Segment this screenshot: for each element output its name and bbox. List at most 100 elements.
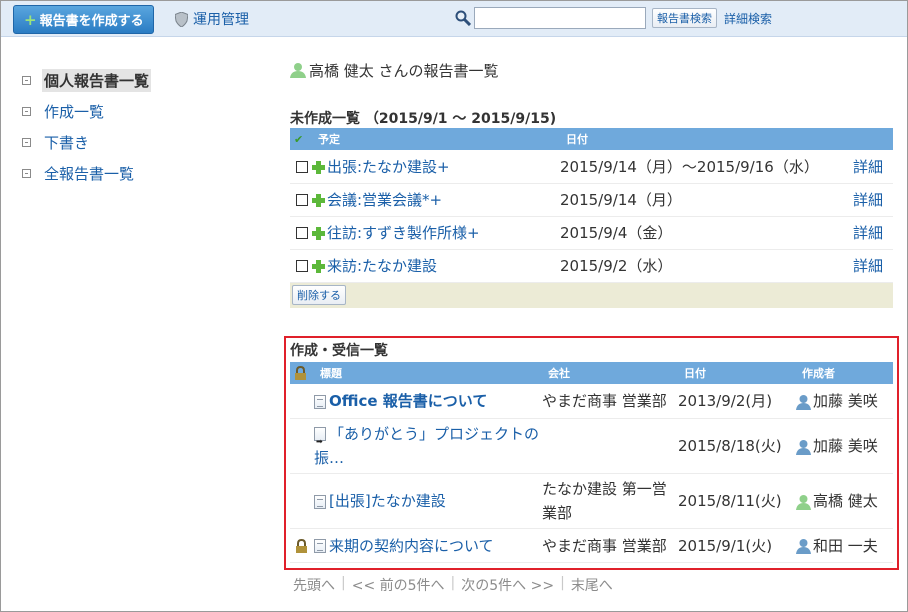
received-title: 作成・受信一覧 bbox=[290, 343, 388, 359]
company-cell: たなか建設 第一営業部 bbox=[542, 473, 678, 529]
main-content: 高橋 健太 さんの報告書一覧 未作成一覧 （2015/9/1 ～ 2015/9/… bbox=[290, 60, 893, 308]
author-name: 高橋 健太 bbox=[813, 492, 878, 510]
date-cell: 2015/9/1(火) bbox=[678, 528, 796, 563]
author-name: 加藤 美咲 bbox=[813, 392, 878, 411]
plan-header: 予定 bbox=[312, 128, 560, 150]
table-row: 出張:たなか建設+ 2015/9/14（月）～2015/9/16（水） 詳細 bbox=[290, 150, 893, 184]
subject-header[interactable]: 標題 bbox=[314, 362, 542, 384]
collapse-icon bbox=[22, 138, 31, 147]
author-header[interactable]: 作成者 bbox=[796, 362, 893, 384]
table-row: [出張]たなか建設 たなか建設 第一営業部 2015/8/11(火) 高橋 健太 bbox=[290, 473, 893, 529]
person-icon bbox=[796, 539, 811, 554]
received-section: 作成・受信一覧 標題 会社 日付 作成者 Office 報告書について やまだ商… bbox=[290, 341, 893, 563]
pager-last[interactable]: 末尾へ bbox=[571, 575, 613, 595]
document-icon bbox=[314, 394, 326, 409]
table-row: Office 報告書について やまだ商事 営業部 2013/9/2(月) 加藤 … bbox=[290, 384, 893, 419]
unmade-table: ✔ 予定 日付 出張:たなか建設+ 2015/9/14（月）～2015/9/16… bbox=[290, 128, 893, 283]
lock-header bbox=[290, 362, 314, 384]
date-cell: 2015/9/2（水） bbox=[560, 249, 853, 283]
table-row: 来期の契約内容について やまだ商事 営業部 2015/9/1(火) 和田 一夫 bbox=[290, 528, 893, 563]
plan-link[interactable]: 出張:たなか建設+ bbox=[327, 158, 450, 176]
report-search-button[interactable]: 報告書検索 bbox=[652, 8, 717, 28]
subject-link[interactable]: 来期の契約内容について bbox=[329, 537, 494, 555]
add-icon bbox=[312, 227, 325, 240]
unmade-title: 未作成一覧 （2015/9/1 ～ 2015/9/15) bbox=[290, 111, 557, 127]
add-icon bbox=[312, 160, 325, 174]
sidebar-item-drafts[interactable]: 下書き bbox=[22, 127, 262, 158]
table-row: 往訪:すずき製作所様+ 2015/9/4（金） 詳細 bbox=[290, 216, 893, 250]
author-name: 加藤 美咲 bbox=[813, 437, 878, 455]
admin-link-label: 運用管理 bbox=[193, 12, 249, 28]
author-name: 和田 一夫 bbox=[813, 536, 878, 555]
create-report-button[interactable]: + 報告書を作成する bbox=[13, 5, 154, 34]
sidebar-item-label: 全報告書一覧 bbox=[44, 165, 135, 183]
row-checkbox[interactable] bbox=[296, 160, 308, 173]
forward-document-icon bbox=[314, 427, 326, 454]
sidebar-item-personal-reports[interactable]: 個人報告書一覧 bbox=[22, 65, 262, 96]
date-cell: 2015/8/18(火) bbox=[678, 418, 796, 474]
plan-link[interactable]: 会議:営業会議*+ bbox=[327, 191, 442, 209]
detail-header bbox=[853, 128, 893, 150]
page-title-text: 高橋 健太 さんの報告書一覧 bbox=[309, 61, 499, 80]
company-cell: やまだ商事 営業部 bbox=[542, 384, 678, 419]
select-all-header[interactable]: ✔ bbox=[290, 128, 312, 150]
add-icon bbox=[312, 194, 325, 207]
company-cell bbox=[542, 418, 678, 474]
row-checkbox[interactable] bbox=[296, 194, 308, 206]
sidebar-item-created[interactable]: 作成一覧 bbox=[22, 96, 262, 127]
check-icon: ✔ bbox=[294, 132, 304, 146]
subject-link[interactable]: [出張]たなか建設 bbox=[329, 492, 446, 510]
date-cell: 2015/9/4（金） bbox=[560, 216, 853, 250]
collapse-icon bbox=[22, 107, 31, 116]
subject-link[interactable]: 「ありがとう」プロジェクトの振… bbox=[314, 425, 539, 467]
person-icon bbox=[796, 394, 811, 410]
date-cell: 2015/8/11(火) bbox=[678, 473, 796, 529]
pager-first[interactable]: 先頭へ bbox=[293, 575, 335, 595]
detail-link[interactable]: 詳細 bbox=[853, 257, 883, 275]
plan-link[interactable]: 往訪:すずき製作所様+ bbox=[327, 224, 480, 242]
subject-link[interactable]: Office 報告書について bbox=[329, 392, 487, 410]
search-icon bbox=[455, 10, 471, 26]
row-checkbox[interactable] bbox=[296, 227, 308, 239]
pager-next[interactable]: 次の5件へ >> bbox=[461, 575, 554, 595]
lock-icon bbox=[296, 538, 307, 553]
detail-link[interactable]: 詳細 bbox=[853, 191, 883, 209]
table-row: 「ありがとう」プロジェクトの振… 2015/8/18(火) 加藤 美咲 bbox=[290, 418, 893, 474]
pager-prev[interactable]: << 前の5件へ bbox=[352, 575, 445, 595]
unmade-section: 未作成一覧 （2015/9/1 ～ 2015/9/15) ✔ 予定 日付 出張:… bbox=[290, 108, 893, 308]
search-input[interactable] bbox=[474, 7, 646, 29]
detail-link[interactable]: 詳細 bbox=[853, 224, 883, 242]
admin-link[interactable]: 運用管理 bbox=[175, 9, 249, 29]
person-icon bbox=[796, 494, 811, 510]
person-icon bbox=[796, 439, 811, 455]
add-icon bbox=[312, 260, 325, 273]
document-icon bbox=[314, 494, 326, 509]
pager-separator: | bbox=[560, 575, 565, 591]
date-cell: 2015/9/14（月）～2015/9/16（水） bbox=[560, 150, 853, 184]
create-report-label: 報告書を作成する bbox=[39, 14, 144, 29]
date-header: 日付 bbox=[560, 128, 853, 150]
sidebar: 個人報告書一覧 作成一覧 下書き 全報告書一覧 bbox=[22, 65, 262, 189]
pager-separator: | bbox=[341, 575, 346, 591]
collapse-icon bbox=[22, 76, 31, 85]
sidebar-item-all-reports[interactable]: 全報告書一覧 bbox=[22, 158, 262, 189]
shield-icon bbox=[175, 11, 188, 27]
lock-icon bbox=[295, 366, 306, 380]
advanced-search-link[interactable]: 詳細検索 bbox=[724, 10, 772, 27]
company-cell: やまだ商事 営業部 bbox=[542, 528, 678, 563]
search-area: 報告書検索 詳細検索 bbox=[455, 7, 772, 29]
detail-link[interactable]: 詳細 bbox=[853, 158, 883, 176]
delete-button[interactable]: 削除する bbox=[292, 285, 346, 305]
date-header[interactable]: 日付 bbox=[678, 362, 796, 384]
plus-icon: + bbox=[24, 10, 37, 29]
pager: 先頭へ | << 前の5件へ | 次の5件へ >> | 末尾へ bbox=[293, 575, 613, 595]
collapse-icon bbox=[22, 169, 31, 178]
plan-link[interactable]: 来訪:たなか建設 bbox=[327, 257, 437, 275]
document-icon bbox=[314, 539, 326, 553]
sidebar-item-label: 個人報告書一覧 bbox=[42, 69, 152, 92]
top-toolbar: + 報告書を作成する 運用管理 報告書検索 詳細検索 bbox=[1, 1, 907, 37]
row-checkbox[interactable] bbox=[296, 260, 308, 272]
pager-separator: | bbox=[450, 575, 456, 591]
company-header[interactable]: 会社 bbox=[542, 362, 678, 384]
user-icon bbox=[290, 63, 306, 78]
